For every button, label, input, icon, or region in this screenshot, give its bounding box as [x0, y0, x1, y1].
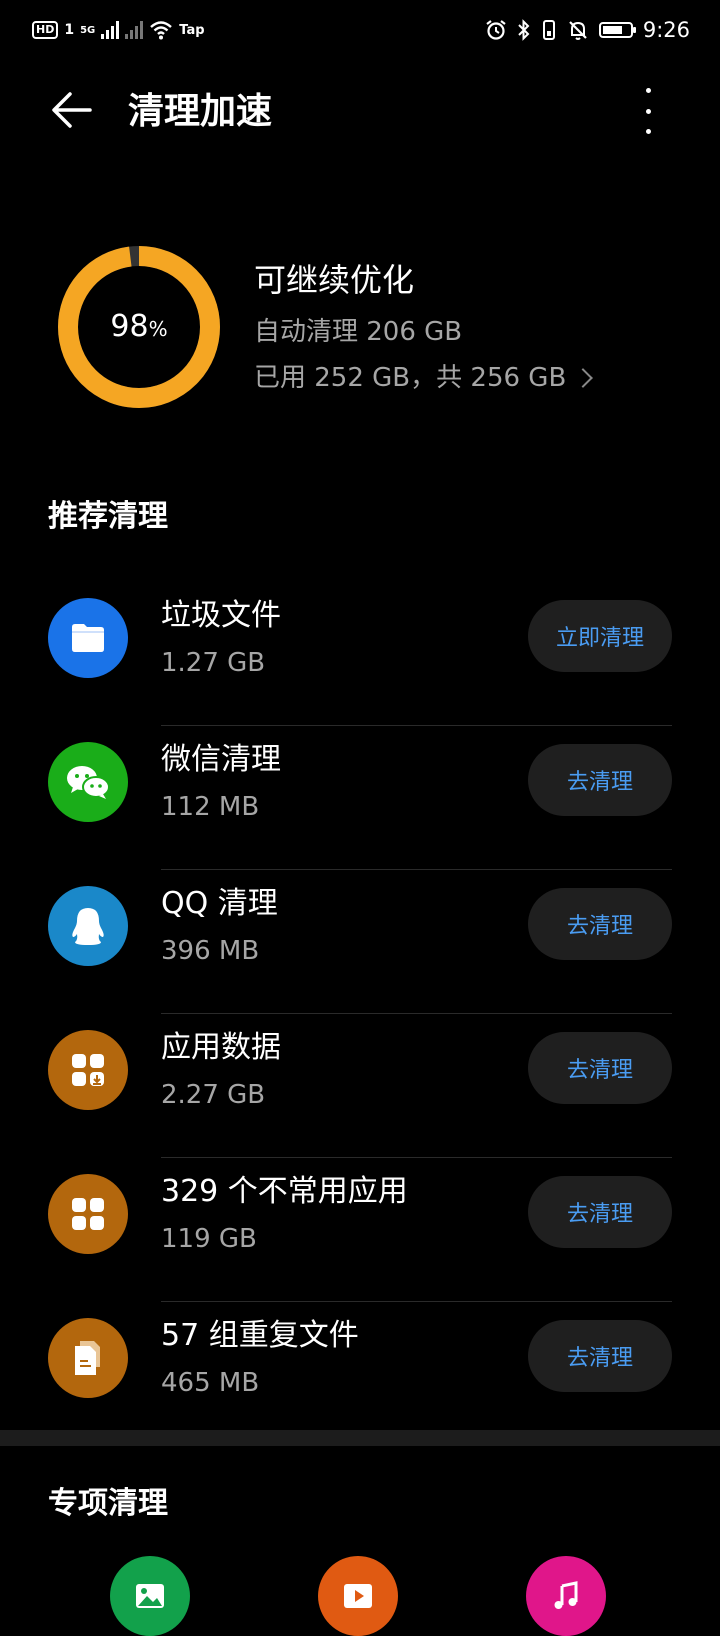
auto-clean-info: 自动清理 206 GB	[254, 317, 463, 347]
app-data-clean-icon	[48, 1030, 128, 1110]
chevron-right-icon	[573, 368, 594, 388]
status-bar: HD 1 5G Tap 9:26	[0, 0, 720, 66]
list-item[interactable]: QQ 清理 396 MB 去清理	[48, 870, 672, 1014]
item-size: 396 MB	[161, 936, 260, 966]
item-size: 112 MB	[161, 792, 260, 822]
app-data-icon	[72, 1054, 104, 1086]
sim-label: 1	[64, 22, 75, 38]
optimization-status: 可继续优化	[254, 261, 415, 299]
clean-now-button[interactable]: 立即清理	[528, 600, 672, 672]
section-divider	[0, 1430, 720, 1446]
go-clean-button[interactable]: 去清理	[528, 1176, 672, 1248]
item-size: 2.27 GB	[161, 1080, 266, 1110]
item-size: 1.27 GB	[161, 648, 266, 678]
storage-usage-text: 已用 252 GB，共 256 GB	[254, 363, 567, 393]
folder-icon	[72, 624, 104, 652]
recommended-list: 垃圾文件 1.27 GB 立即清理 微信清理 112 MB 去清理 QQ 清理 …	[48, 582, 672, 1446]
mute-bell-icon	[569, 21, 587, 40]
page-title: 清理加速	[128, 91, 273, 132]
signal-icon	[101, 21, 120, 39]
bluetooth-icon	[518, 19, 530, 41]
duplicate-files-clean-icon	[48, 1318, 128, 1398]
list-item[interactable]: 应用数据 2.27 GB 去清理	[48, 1014, 672, 1158]
status-left: HD 1 5G Tap	[32, 20, 205, 40]
status-time: 9:26	[642, 18, 690, 42]
alarm-icon	[486, 20, 506, 40]
image-clean-icon[interactable]	[110, 1556, 190, 1636]
item-name: 微信清理	[161, 742, 281, 777]
go-clean-button[interactable]: 去清理	[528, 744, 672, 816]
phone-vibrate-icon	[542, 20, 555, 40]
battery-fill	[602, 26, 623, 34]
wifi-label: Tap	[179, 22, 205, 38]
duplicate-files-icon	[75, 1341, 100, 1375]
go-clean-button[interactable]: 去清理	[528, 1320, 672, 1392]
list-item[interactable]: 329 个不常用应用 119 GB 去清理	[48, 1158, 672, 1302]
recommended-section-title: 推荐清理	[48, 499, 168, 534]
network-label: 5G	[80, 24, 96, 36]
storage-percent: 98%	[58, 305, 220, 351]
video-clean-icon[interactable]	[318, 1556, 398, 1636]
music-clean-icon[interactable]	[526, 1556, 606, 1636]
more-options-icon[interactable]	[640, 88, 656, 134]
qq-penguin-icon	[72, 908, 104, 945]
apps-grid-icon	[72, 1198, 104, 1230]
go-clean-button[interactable]: 去清理	[528, 1032, 672, 1104]
unused-apps-icon	[48, 1174, 128, 1254]
go-clean-button[interactable]: 去清理	[528, 888, 672, 960]
battery-icon	[598, 22, 636, 38]
list-item[interactable]: 57 组重复文件 465 MB 去清理	[48, 1302, 672, 1446]
special-section-title: 专项清理	[48, 1486, 168, 1521]
item-name: QQ 清理	[161, 886, 278, 921]
storage-usage-link[interactable]: 已用 252 GB，共 256 GB	[254, 358, 594, 398]
hd-badge: HD	[32, 21, 59, 39]
music-icon	[554, 1581, 578, 1609]
item-size: 119 GB	[161, 1224, 257, 1254]
image-icon	[136, 1584, 164, 1608]
list-item[interactable]: 垃圾文件 1.27 GB 立即清理	[48, 582, 672, 726]
video-icon	[344, 1584, 372, 1608]
wechat-icon	[67, 766, 110, 799]
item-size: 465 MB	[161, 1368, 260, 1398]
item-name: 垃圾文件	[161, 598, 281, 633]
item-name: 329 个不常用应用	[161, 1174, 408, 1209]
wechat-clean-icon	[48, 742, 128, 822]
storage-percent-unit: %	[148, 317, 168, 341]
back-arrow-icon[interactable]	[48, 86, 96, 134]
wifi-icon	[150, 21, 173, 40]
list-item[interactable]: 微信清理 112 MB 去清理	[48, 726, 672, 870]
junk-files-icon	[48, 598, 128, 678]
item-name: 应用数据	[161, 1030, 281, 1065]
signal-icon-secondary	[125, 21, 144, 39]
qq-clean-icon	[48, 886, 128, 966]
status-right: 9:26	[485, 18, 690, 42]
item-name: 57 组重复文件	[161, 1318, 359, 1353]
storage-percent-value: 98	[110, 309, 149, 344]
